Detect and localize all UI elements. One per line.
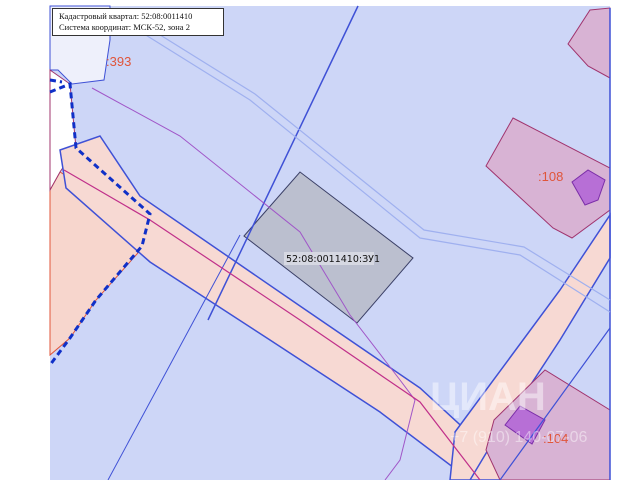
map-legend-box: Кадастровый квартал: 52:08:0011410 Систе… — [52, 8, 224, 36]
legend-crs-line: Система координат: МСК-52, зона 2 — [59, 22, 190, 32]
label-plot-393: :393 — [106, 54, 131, 69]
legend-quarter-line: Кадастровый квартал: 52:08:0011410 — [59, 11, 193, 21]
label-plot-108: :108 — [538, 169, 563, 184]
label-target-parcel: 52:08:0011410:ЗУ1 — [286, 254, 380, 265]
cadastral-map[interactable]: :393 :108 :104 52:08:0011410:ЗУ1 ЦИАН +7… — [0, 0, 640, 480]
watermark-logo: ЦИАН — [430, 375, 546, 419]
watermark-phone: +7 (910) 140-07-06 — [450, 429, 588, 446]
